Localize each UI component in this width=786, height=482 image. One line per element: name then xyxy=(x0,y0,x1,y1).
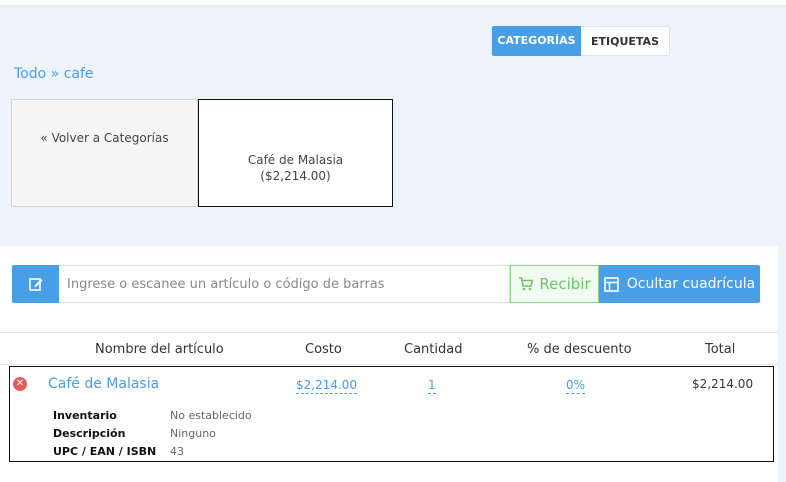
detail-value-inventory: No establecido xyxy=(170,409,252,422)
back-to-categories-tile[interactable]: « Volver a Categorías xyxy=(11,99,198,207)
row-total: $2,214.00 xyxy=(692,377,754,391)
view-tabs: CATEGORÍAS ETIQUETAS xyxy=(492,26,670,56)
product-tile-name: Café de Malasia xyxy=(247,153,344,167)
tab-categories[interactable]: CATEGORÍAS xyxy=(492,26,581,56)
receive-label: Recibir xyxy=(539,275,591,293)
header-cost: Costo xyxy=(305,342,342,357)
receive-button[interactable]: Recibir xyxy=(510,265,599,303)
detail-value-description: Ninguno xyxy=(170,427,216,440)
breadcrumb: Todo » cafe xyxy=(14,66,94,82)
breadcrumb-separator: » xyxy=(50,66,60,82)
product-tile-price: ($2,214.00) xyxy=(260,169,331,183)
product-tile[interactable]: Café de Malasia ($2,214.00) xyxy=(198,99,393,207)
detail-label-inventory: Inventario xyxy=(53,409,117,422)
table-row: ✕ Café de Malasia $2,214.00 1 0% $2,214.… xyxy=(9,366,774,462)
row-quantity[interactable]: 1 xyxy=(428,377,436,394)
header-total: Total xyxy=(705,342,736,357)
edit-icon xyxy=(28,278,42,291)
detail-label-description: Descripción xyxy=(53,427,126,440)
row-cost[interactable]: $2,214.00 xyxy=(296,377,358,394)
row-discount[interactable]: 0% xyxy=(566,377,586,394)
scan-row: Recibir Ocultar cuadrícula xyxy=(12,265,760,303)
top-bar xyxy=(0,0,786,6)
header-quantity: Cantidad xyxy=(404,342,463,357)
breadcrumb-root-link[interactable]: Todo xyxy=(14,66,46,82)
breadcrumb-current[interactable]: cafe xyxy=(64,66,94,82)
cart-icon xyxy=(519,277,534,291)
remove-item-icon[interactable]: ✕ xyxy=(13,377,27,391)
grid-icon xyxy=(603,276,619,292)
table-header: Nombre del artículo Costo Cantidad % de … xyxy=(0,332,778,365)
detail-value-upc: 43 xyxy=(170,445,184,458)
edit-button[interactable] xyxy=(12,265,59,303)
item-search-input[interactable] xyxy=(59,265,510,303)
header-name: Nombre del artículo xyxy=(95,342,224,357)
tab-tags[interactable]: ETIQUETAS xyxy=(581,26,670,56)
row-item-name[interactable]: Café de Malasia xyxy=(48,376,159,392)
header-discount: % de descuento xyxy=(527,342,632,357)
hide-grid-button[interactable]: Ocultar cuadrícula xyxy=(599,265,760,303)
detail-label-upc: UPC / EAN / ISBN xyxy=(53,445,157,458)
hide-grid-label: Ocultar cuadrícula xyxy=(626,276,756,292)
